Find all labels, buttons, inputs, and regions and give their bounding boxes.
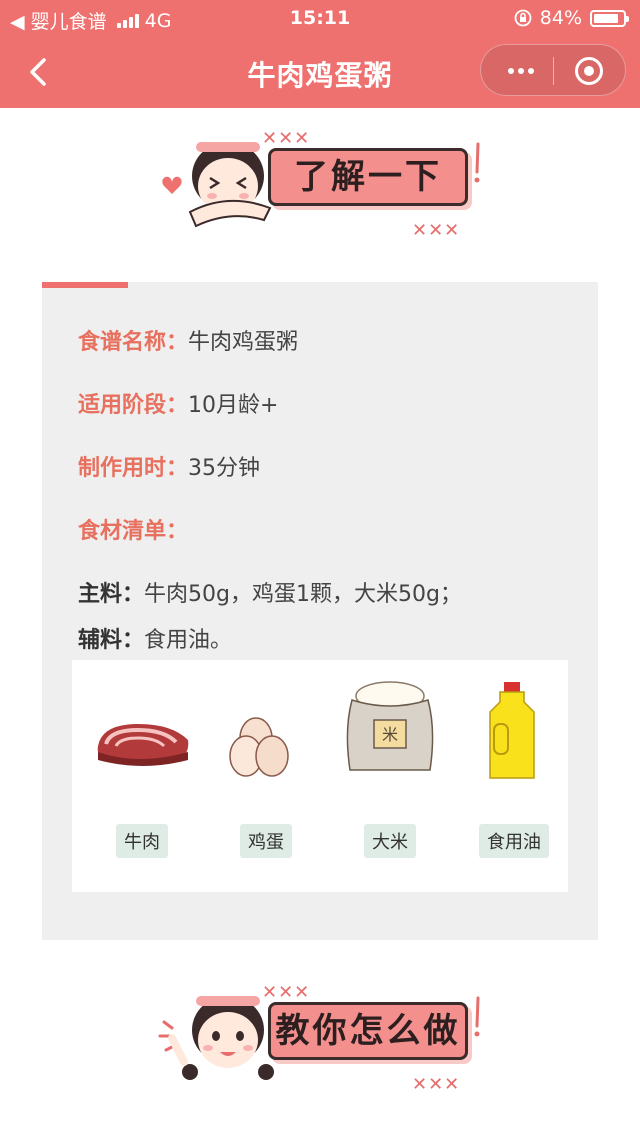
rotation-lock-icon (514, 9, 532, 27)
status-right: 84% (514, 7, 629, 29)
ingredient-list-row: 食材清单： (78, 513, 188, 545)
aux-ingredients-row: 辅料：食用油。 (78, 622, 232, 654)
ingredient-rice: 米 大米 (340, 670, 440, 858)
ingredient-label: 大米 (364, 824, 416, 858)
ingredient-oil: 食用油 (464, 678, 564, 858)
recipe-name-key: 食谱名称： (78, 330, 189, 355)
banner-label-box: 教你怎么做 (268, 1002, 468, 1060)
ingredient-egg: 鸡蛋 (216, 708, 316, 858)
banner-label: 教你怎么做 (275, 1011, 461, 1051)
banner-label-box: 了解一下 (268, 148, 468, 206)
status-bar: ◀ 婴儿食谱 4G 15:11 84% (0, 0, 640, 36)
stage-key: 适用阶段： (78, 393, 189, 418)
recipe-name-value: 牛肉鸡蛋粥 (188, 330, 299, 355)
exclamation-icon (474, 142, 480, 183)
decor-marks-bottom: ✕✕✕ (412, 220, 461, 241)
mini-program-capsule (480, 44, 626, 96)
eggs-icon (229, 717, 289, 777)
section-banner-howto: ✕✕✕ 教你怎么做 ✕✕✕ (150, 982, 490, 1095)
ingredient-list-key: 食材清单： (78, 519, 189, 544)
section-banner-learn: ✕✕✕ 了解一下 ✕✕✕ (150, 128, 490, 241)
stage-row: 适用阶段：10月龄+ (78, 387, 278, 419)
nav-bar: 牛肉鸡蛋粥 (0, 36, 640, 108)
decor-marks-top: ✕✕✕ (262, 982, 311, 1003)
time-value: 35分钟 (188, 456, 261, 481)
ingredients-illustration-panel: 牛肉 鸡蛋 米 大米 食用油 (72, 660, 568, 892)
time-row: 制作用时：35分钟 (78, 450, 260, 482)
decor-marks-top: ✕✕✕ (262, 128, 311, 149)
banner-label: 了解一下 (294, 157, 442, 197)
main-ingredients-key: 主料： (78, 582, 145, 607)
more-icon[interactable] (501, 59, 541, 83)
ingredient-label: 牛肉 (116, 824, 168, 858)
aux-ingredients-key: 辅料： (78, 628, 145, 653)
main-ingredients-row: 主料：牛肉50g，鸡蛋1颗，大米50g； (78, 576, 462, 608)
recipe-info-card: 食谱名称：牛肉鸡蛋粥 适用阶段：10月龄+ 制作用时：35分钟 食材清单： 主料… (42, 282, 598, 940)
main-ingredients-value: 牛肉50g，鸡蛋1颗，大米50g； (144, 582, 462, 607)
ingredient-beef: 牛肉 (92, 708, 192, 858)
rice-sack-icon: 米 (346, 681, 434, 771)
close-mini-program-icon[interactable] (575, 57, 603, 85)
aux-ingredients-value: 食用油。 (144, 628, 233, 653)
battery-icon (590, 9, 629, 27)
decor-marks-bottom: ✕✕✕ (412, 1074, 461, 1095)
recipe-name-row: 食谱名称：牛肉鸡蛋粥 (78, 324, 298, 356)
time-key: 制作用时： (78, 456, 189, 481)
stage-value: 10月龄+ (188, 393, 279, 418)
svg-text:米: 米 (382, 725, 398, 744)
battery-percent: 84% (539, 7, 582, 29)
exclamation-icon (474, 996, 480, 1037)
ingredient-label: 鸡蛋 (240, 824, 292, 858)
ingredient-label: 食用油 (479, 824, 549, 858)
capsule-divider (553, 57, 554, 85)
card-accent-line (42, 282, 128, 288)
beef-icon (97, 724, 189, 766)
oil-bottle-icon (489, 682, 535, 779)
